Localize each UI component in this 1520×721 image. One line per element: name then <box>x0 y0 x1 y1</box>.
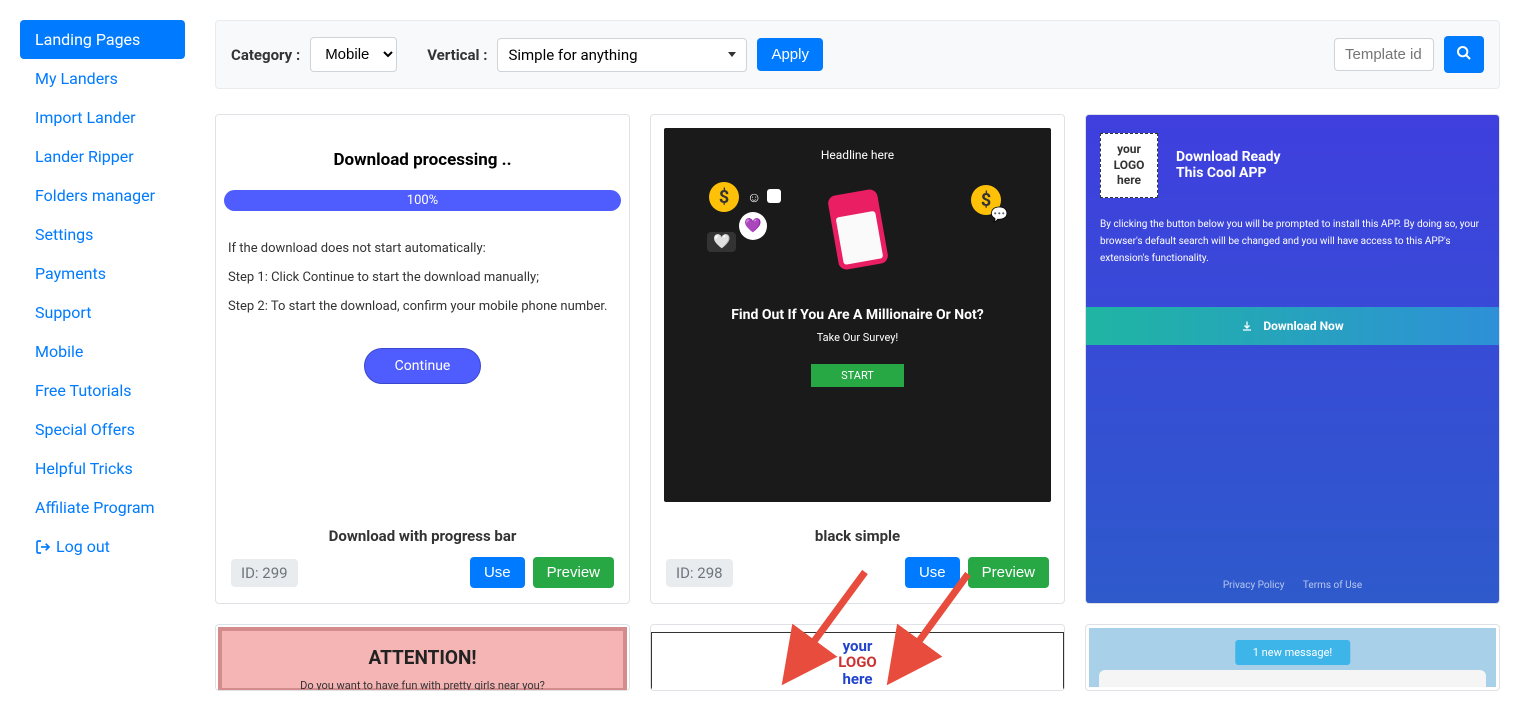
thumb-text: Step 2: To start the download, confirm y… <box>224 299 621 314</box>
thumb-continue-button: Continue <box>364 348 482 384</box>
template-thumbnail[interactable]: Download processing .. 100% If the downl… <box>216 115 629 515</box>
preview-button[interactable]: Preview <box>968 557 1049 588</box>
sidebar-item-logout[interactable]: Log out <box>20 527 185 566</box>
thumb-subtitle: Take Our Survey! <box>679 331 1036 344</box>
sidebar-item-my-landers[interactable]: My Landers <box>20 59 185 98</box>
thumb-message-bubble: 1 new message! <box>1235 640 1350 665</box>
filter-bar: Category : Mobile Vertical : Simple for … <box>215 20 1500 89</box>
download-icon <box>1241 320 1253 332</box>
thumb-start-button: START <box>811 364 904 387</box>
search-icon <box>1456 45 1472 61</box>
sidebar-item-affiliate-program[interactable]: Affiliate Program <box>20 488 185 527</box>
template-card: ATTENTION! Do you want to have fun with … <box>215 624 630 691</box>
sidebar-item-mobile[interactable]: Mobile <box>20 332 185 371</box>
sidebar-item-free-tutorials[interactable]: Free Tutorials <box>20 371 185 410</box>
search-button[interactable] <box>1444 36 1484 73</box>
thumb-heading: Download processing .. <box>224 150 621 170</box>
thumb-logo-placeholder: your LOGO here <box>651 632 1064 690</box>
thumb-title: Find Out If You Are A Millionaire Or Not… <box>679 307 1036 323</box>
template-grid: Download processing .. 100% If the downl… <box>215 114 1500 691</box>
apply-button[interactable]: Apply <box>757 38 823 71</box>
thumb-title: Download Ready <box>1176 149 1281 165</box>
thumb-headline: Headline here <box>679 148 1036 162</box>
template-card: Headline here $ $ ☺ 💜 💬 🤍 Find Out If Yo… <box>650 114 1065 604</box>
template-thumbnail[interactable]: yourLOGOhere Download Ready This Cool AP… <box>1086 115 1499 603</box>
template-id-badge: ID: 298 <box>666 559 733 587</box>
template-thumbnail[interactable]: ATTENTION! Do you want to have fun with … <box>216 625 629 690</box>
vertical-value: Simple for anything <box>508 46 637 64</box>
template-thumbnail[interactable]: your LOGO here <box>651 625 1064 690</box>
template-title: Download with progress bar <box>216 515 629 557</box>
sidebar-item-folders-manager[interactable]: Folders manager <box>20 176 185 215</box>
template-card: 1 new message! <box>1085 624 1500 691</box>
template-id-input[interactable] <box>1334 38 1434 71</box>
caret-down-icon <box>728 52 736 57</box>
sidebar-item-support[interactable]: Support <box>20 293 185 332</box>
sidebar-item-settings[interactable]: Settings <box>20 215 185 254</box>
sidebar-item-landing-pages[interactable]: Landing Pages <box>20 20 185 59</box>
template-title: black simple <box>651 515 1064 557</box>
sidebar-item-import-lander[interactable]: Import Lander <box>20 98 185 137</box>
use-button[interactable]: Use <box>905 557 960 588</box>
thumb-disclaimer: By clicking the button below you will be… <box>1100 216 1485 267</box>
category-select[interactable]: Mobile <box>310 37 397 72</box>
vertical-select[interactable]: Simple for anything <box>497 38 747 72</box>
thumb-download-button: Download Now <box>1086 307 1499 345</box>
thumb-footer-links: Privacy Policy Terms of Use <box>1086 580 1499 591</box>
template-id-badge: ID: 299 <box>231 559 298 587</box>
sidebar-item-helpful-tricks[interactable]: Helpful Tricks <box>20 449 185 488</box>
thumb-logo-placeholder: yourLOGOhere <box>1100 133 1158 198</box>
sidebar: Landing Pages My Landers Import Lander L… <box>20 20 185 691</box>
preview-button[interactable]: Preview <box>533 557 614 588</box>
template-card: your LOGO here <box>650 624 1065 691</box>
thumb-title: This Cool APP <box>1176 165 1281 181</box>
template-thumbnail[interactable]: Headline here $ $ ☺ 💜 💬 🤍 Find Out If Yo… <box>651 115 1064 515</box>
thumb-progress-bar: 100% <box>224 190 621 211</box>
thumb-heading: ATTENTION! <box>237 646 608 669</box>
vertical-label: Vertical : <box>427 46 487 64</box>
template-thumbnail[interactable]: 1 new message! <box>1086 625 1499 690</box>
use-button[interactable]: Use <box>470 557 525 588</box>
thumb-text: Step 1: Click Continue to start the down… <box>224 270 621 285</box>
main-content: Category : Mobile Vertical : Simple for … <box>215 20 1500 691</box>
template-card: yourLOGOhere Download Ready This Cool AP… <box>1085 114 1500 604</box>
thumb-text: If the download does not start automatic… <box>224 241 621 256</box>
sidebar-item-payments[interactable]: Payments <box>20 254 185 293</box>
template-card: Download processing .. 100% If the downl… <box>215 114 630 604</box>
sidebar-item-special-offers[interactable]: Special Offers <box>20 410 185 449</box>
logout-icon <box>35 539 51 555</box>
category-label: Category : <box>231 46 300 64</box>
template-title: blue simple for apps <box>1086 603 1499 604</box>
thumb-text: Do you want to have fun with pretty girl… <box>237 679 608 690</box>
thumb-graphic: $ $ ☺ 💜 💬 🤍 <box>679 177 1036 287</box>
sidebar-item-lander-ripper[interactable]: Lander Ripper <box>20 137 185 176</box>
logout-label: Log out <box>56 537 110 556</box>
